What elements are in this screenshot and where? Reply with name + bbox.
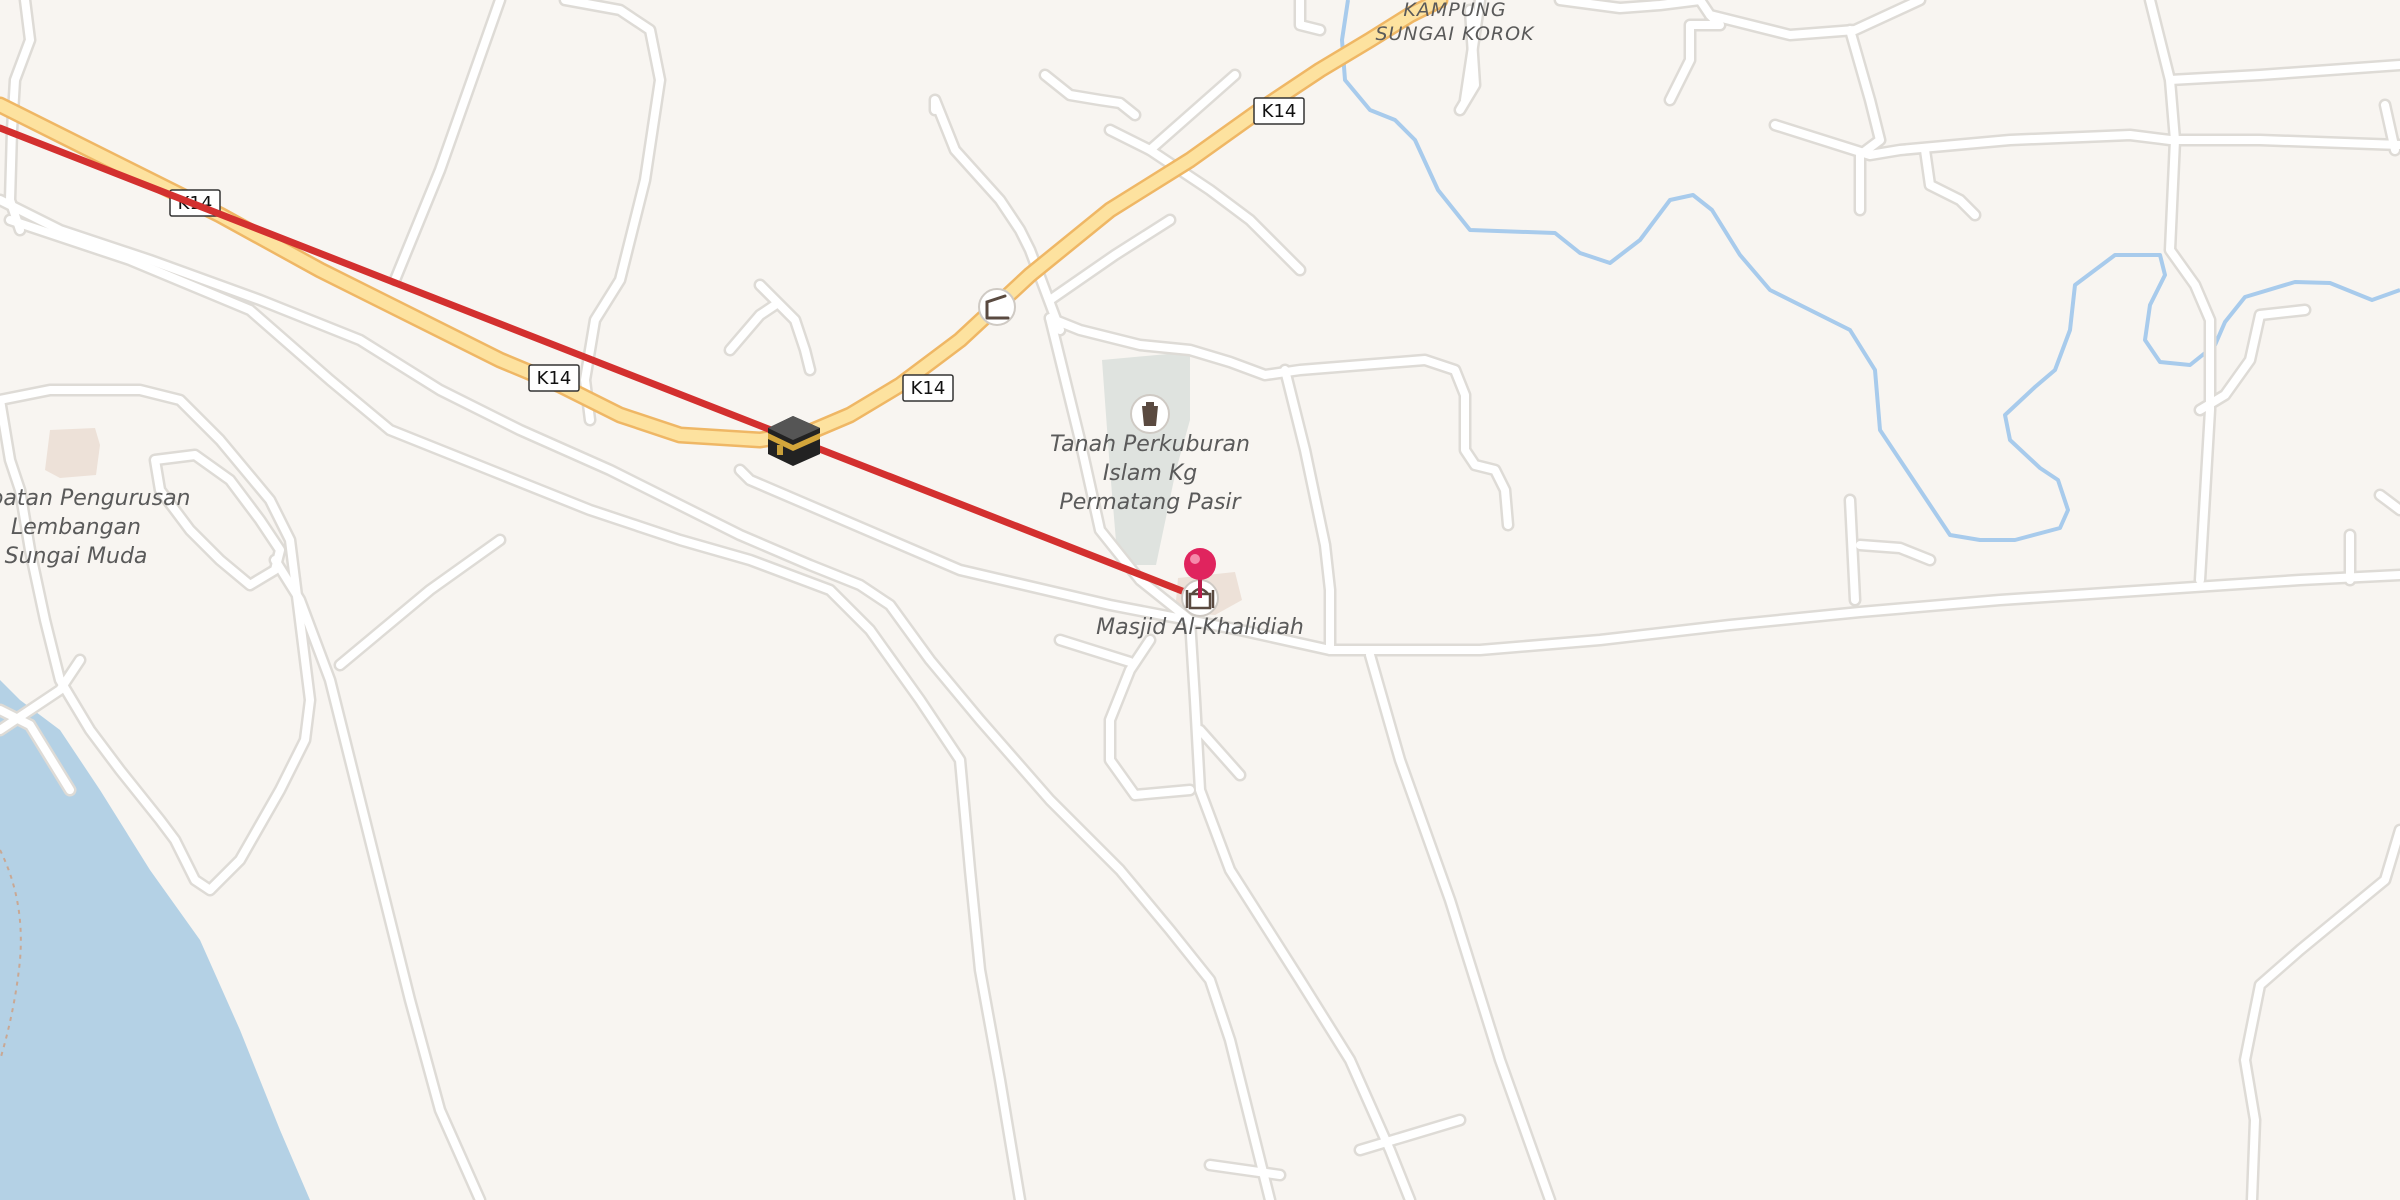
cemetery-label: Islam Kg (1103, 461, 1197, 486)
cemetery-icon[interactable] (1130, 394, 1170, 434)
shelter-icon[interactable] (978, 288, 1016, 326)
svg-text:K14: K14 (537, 368, 572, 389)
village-label: KAMPUNG (1403, 0, 1506, 21)
route-shield: K14 (902, 374, 954, 402)
village-label: SUNGAI KOROK (1375, 23, 1535, 45)
office-label: Jabatan Pengurusan (0, 486, 191, 511)
cemetery-label: Tanah Perkuburan (1050, 432, 1250, 457)
office-label: Lembangan (11, 515, 141, 540)
route-shield: K14 (528, 364, 580, 392)
office-building (45, 428, 100, 478)
svg-text:K14: K14 (1262, 101, 1297, 122)
svg-text:K14: K14 (911, 378, 946, 399)
office-label: Sungai Muda (5, 544, 148, 569)
mosque-label: Masjid Al-Khalidiah (1096, 615, 1304, 640)
route-shield: K14 (1253, 97, 1305, 125)
cemetery-label: Permatang Pasir (1059, 490, 1242, 515)
map-canvas[interactable]: K14 K14 K14 K14 KAMPUNG SUNGAI KOROK ata… (0, 0, 2400, 1200)
